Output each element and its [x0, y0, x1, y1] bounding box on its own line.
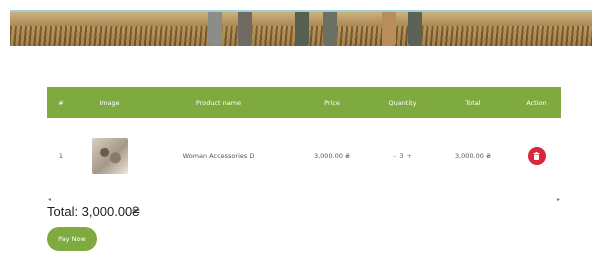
- hero-banner-image: [10, 10, 592, 46]
- hero-figure: [382, 12, 396, 46]
- cart-table-header: # Image Product name Price Quantity Tota…: [47, 87, 561, 118]
- delete-item-button[interactable]: [527, 147, 546, 165]
- header-price: Price: [324, 98, 340, 107]
- quantity-stepper: – 3 +: [371, 152, 434, 160]
- pay-now-button[interactable]: Pay Now: [47, 227, 97, 251]
- product-price: 3,000.00 ₴: [313, 152, 351, 160]
- hero-figure: [408, 12, 422, 46]
- horizontal-scrollbar[interactable]: ◂ ▸: [47, 195, 561, 204]
- header-product-name: Product name: [195, 98, 242, 107]
- trash-icon: [533, 152, 540, 160]
- header-quantity: Quantity: [388, 98, 417, 107]
- row-total: 3,000.00 ₴: [454, 152, 492, 160]
- header-number: #: [58, 98, 64, 107]
- cart-table: # Image Product name Price Quantity Tota…: [47, 87, 561, 194]
- header-action: Action: [526, 98, 547, 107]
- header-total: Total: [465, 98, 481, 107]
- row-number: 1: [58, 152, 64, 160]
- cart-total: Total: 3,000.00₴: [47, 204, 140, 219]
- hero-figure: [208, 12, 222, 46]
- quantity-value: 3: [399, 152, 404, 160]
- decrease-quantity-button[interactable]: –: [393, 152, 396, 160]
- product-image-cell: [75, 138, 144, 174]
- action-cell: [512, 147, 561, 165]
- hero-figure: [238, 12, 252, 46]
- hero-figure: [295, 12, 309, 46]
- scroll-right-arrow-icon[interactable]: ▸: [556, 196, 561, 203]
- hero-figure: [323, 12, 337, 46]
- increase-quantity-button[interactable]: +: [406, 152, 411, 160]
- product-name[interactable]: Woman Accessories D: [144, 152, 293, 160]
- header-image: Image: [99, 98, 120, 107]
- table-row: 1 Woman Accessories D 3,000.00 ₴ – 3 + 3…: [47, 118, 561, 194]
- product-thumbnail[interactable]: [91, 138, 128, 174]
- scroll-left-arrow-icon[interactable]: ◂: [47, 196, 52, 203]
